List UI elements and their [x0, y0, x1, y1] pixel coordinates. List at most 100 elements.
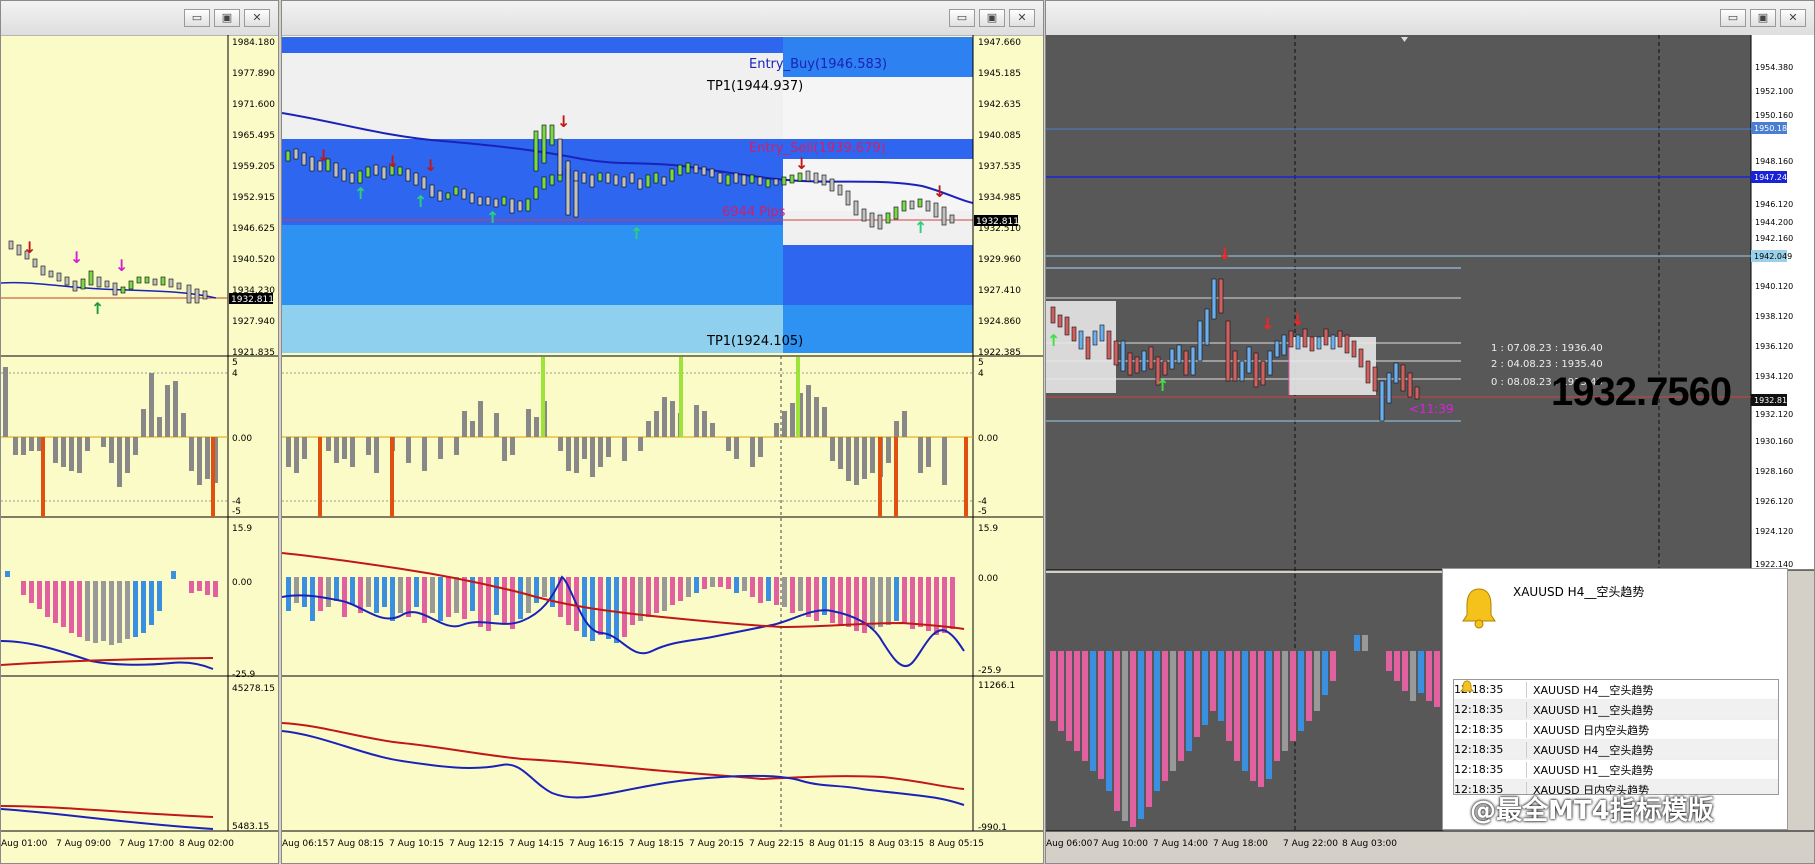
time-tick: 7 Aug 08:15	[329, 839, 384, 849]
alert-time: 12:18:35	[1454, 723, 1504, 736]
middle-chart-window: ▭ ▣ ✕ ↓ ↓ ↓ ↓ ↓ ↓ ↑ ↑ ↑ ↑ ↑ Entry_Buy(19…	[281, 0, 1044, 864]
zone-blocks	[282, 37, 973, 353]
svg-text:↑: ↑	[354, 184, 367, 203]
price-tick: 1948.160	[1755, 157, 1793, 166]
price-tick: 1959.205	[232, 162, 275, 172]
osc-tick: -5	[232, 507, 241, 517]
left-chart-window: ▭ ▣ ✕ ↓ ↓ ↓ ↑ 1984.180 1977.890 1971.600…	[0, 0, 279, 864]
price-tick: 1965.495	[232, 131, 275, 141]
alert-text: XAUUSD H1__空头趋势	[1526, 701, 1653, 718]
time-tick: 7 Aug 20:15	[689, 839, 744, 849]
entry-buy-label: Entry_Buy(1946.583)	[749, 57, 887, 72]
left-candles	[8, 240, 208, 304]
left-chart-canvas[interactable]: ↓ ↓ ↓ ↑ 1984.180 1977.890 1971.600 1965.…	[1, 1, 279, 864]
price-tick: 1952.915	[232, 193, 275, 203]
vol-tick: -990.1	[978, 823, 1007, 833]
osc-tick: -5	[978, 507, 987, 517]
vol-tick: 5483.15	[232, 822, 269, 832]
time-tick: 7 Aug 17:00	[119, 839, 174, 849]
time-tick: 7 Aug 16:15	[569, 839, 624, 849]
alert-text: XAUUSD 日内空头趋势	[1526, 721, 1649, 738]
bell-icon	[1462, 588, 1496, 629]
price-tick: 1940.085	[978, 131, 1021, 141]
svg-text:↓: ↓	[1261, 314, 1274, 333]
alert-text: XAUUSD H4__空头趋势	[1526, 741, 1653, 758]
time-tick: 8 Aug 03:00	[1342, 839, 1397, 849]
time-tick: 8 Aug 03:15	[869, 839, 924, 849]
price-tick: 1944.200	[1755, 218, 1793, 227]
svg-text:↓: ↓	[317, 146, 330, 165]
list-item[interactable]: 12:18:35 XAUUSD H4__空头趋势	[1454, 680, 1778, 700]
price-tick: 1936.120	[1755, 342, 1793, 351]
macd-tick: 0.00	[232, 578, 252, 588]
svg-text:↑: ↑	[414, 192, 427, 211]
entry-sell-label: Entry_Sell(1939.679)	[749, 141, 886, 156]
list-item[interactable]: 12:18:35 XAUUSD H4__空头趋势	[1454, 680, 1778, 760]
price-tick: 1942.160	[1755, 234, 1793, 243]
pivot-row: 1 : 07.08.23 : 1936.40	[1491, 343, 1603, 354]
price-tick: 1942.635	[978, 100, 1021, 110]
price-tick: 1945.185	[978, 69, 1021, 79]
price-tick: 1954.380	[1755, 63, 1793, 72]
price-tick: 1926.120	[1755, 497, 1793, 506]
time-tick: 7 Aug 10:15	[389, 839, 444, 849]
current-price-tag: 1932.811	[976, 217, 1019, 227]
price-tick: 1930.160	[1755, 437, 1793, 446]
macd-tick: -25.9	[232, 670, 256, 680]
price-tick: 1940.520	[232, 255, 275, 265]
svg-text:↓: ↓	[933, 182, 946, 201]
current-price-tag: 1932.811	[231, 295, 274, 305]
price-tick: 1921.835	[232, 348, 275, 358]
price-tick: 1971.600	[232, 100, 275, 110]
svg-text:↑: ↑	[91, 299, 104, 318]
osc-tick: 5	[232, 358, 238, 368]
time-tick: 7 Aug 22:15	[749, 839, 804, 849]
level-tag: 1942.049	[1754, 252, 1792, 261]
price-tick: 1977.890	[232, 69, 275, 79]
price-tick: 1922.385	[978, 348, 1021, 358]
price-tick: 1946.120	[1755, 200, 1793, 209]
svg-text:↓: ↓	[1218, 244, 1231, 263]
svg-text:↓: ↓	[23, 238, 36, 257]
svg-text:↓: ↓	[115, 256, 128, 275]
tp1-bottom-label: TP1(1924.105)	[706, 334, 803, 349]
middle-chart-canvas[interactable]: ↓ ↓ ↓ ↓ ↓ ↓ ↑ ↑ ↑ ↑ ↑ Entry_Buy(1946.583…	[282, 1, 1044, 864]
price-tick: 1934.985	[978, 193, 1021, 203]
list-item[interactable]: 12:18:35 XAUUSD H1__空头趋势	[1454, 680, 1778, 780]
svg-text:↓: ↓	[386, 152, 399, 171]
osc-tick: 4	[232, 369, 238, 379]
left-oscillator-bars	[3, 367, 218, 487]
alert-message: XAUUSD H4__空头趋势	[1513, 585, 1645, 599]
price-tick: 1927.940	[232, 317, 275, 327]
middle-oscillator-bars	[286, 385, 947, 485]
bell-icon	[1460, 680, 1474, 692]
alert-text: XAUUSD H4__空头趋势	[1526, 681, 1653, 698]
macd-tick: -25.9	[978, 666, 1002, 676]
osc-tick: -4	[232, 497, 241, 507]
time-tick: Aug 06:00	[1046, 839, 1093, 849]
list-item[interactable]: 12:18:35 XAUUSD 日内空头趋势	[1454, 680, 1778, 740]
alert-time: 12:18:35	[1454, 743, 1504, 756]
countdown-label: <11:39	[1409, 402, 1454, 416]
price-tick: 1984.180	[232, 38, 275, 48]
price-tick: 1929.960	[978, 255, 1021, 265]
price-tick: 1940.120	[1755, 282, 1793, 291]
osc-tick: 4	[978, 369, 984, 379]
time-tick: 7 Aug 22:00	[1283, 839, 1338, 849]
macd-tick: 15.9	[232, 524, 252, 534]
big-price-display: 1932.7560	[1551, 370, 1732, 414]
price-tick: 1924.120	[1755, 527, 1793, 536]
price-tick: 1928.160	[1755, 467, 1793, 476]
list-item[interactable]: 12:18:35 XAUUSD H1__空头趋势	[1454, 680, 1778, 720]
price-tick: 1950.160	[1755, 111, 1793, 120]
time-tick: 7 Aug 12:15	[449, 839, 504, 849]
alert-time: 12:18:35	[1454, 703, 1504, 716]
price-tick: 1927.410	[978, 286, 1021, 296]
alert-history-list[interactable]: 12:18:35 XAUUSD H4__空头趋势 12:18:35 XAUUSD…	[1453, 679, 1779, 795]
osc-tick: -4	[978, 497, 987, 507]
vol-tick: 45278.15	[232, 684, 275, 694]
svg-text:↓: ↓	[1291, 310, 1304, 329]
pivot-row: 2 : 04.08.23 : 1935.40	[1491, 359, 1603, 370]
svg-text:↑: ↑	[1156, 376, 1169, 395]
alert-time: 12:18:35	[1454, 763, 1504, 776]
